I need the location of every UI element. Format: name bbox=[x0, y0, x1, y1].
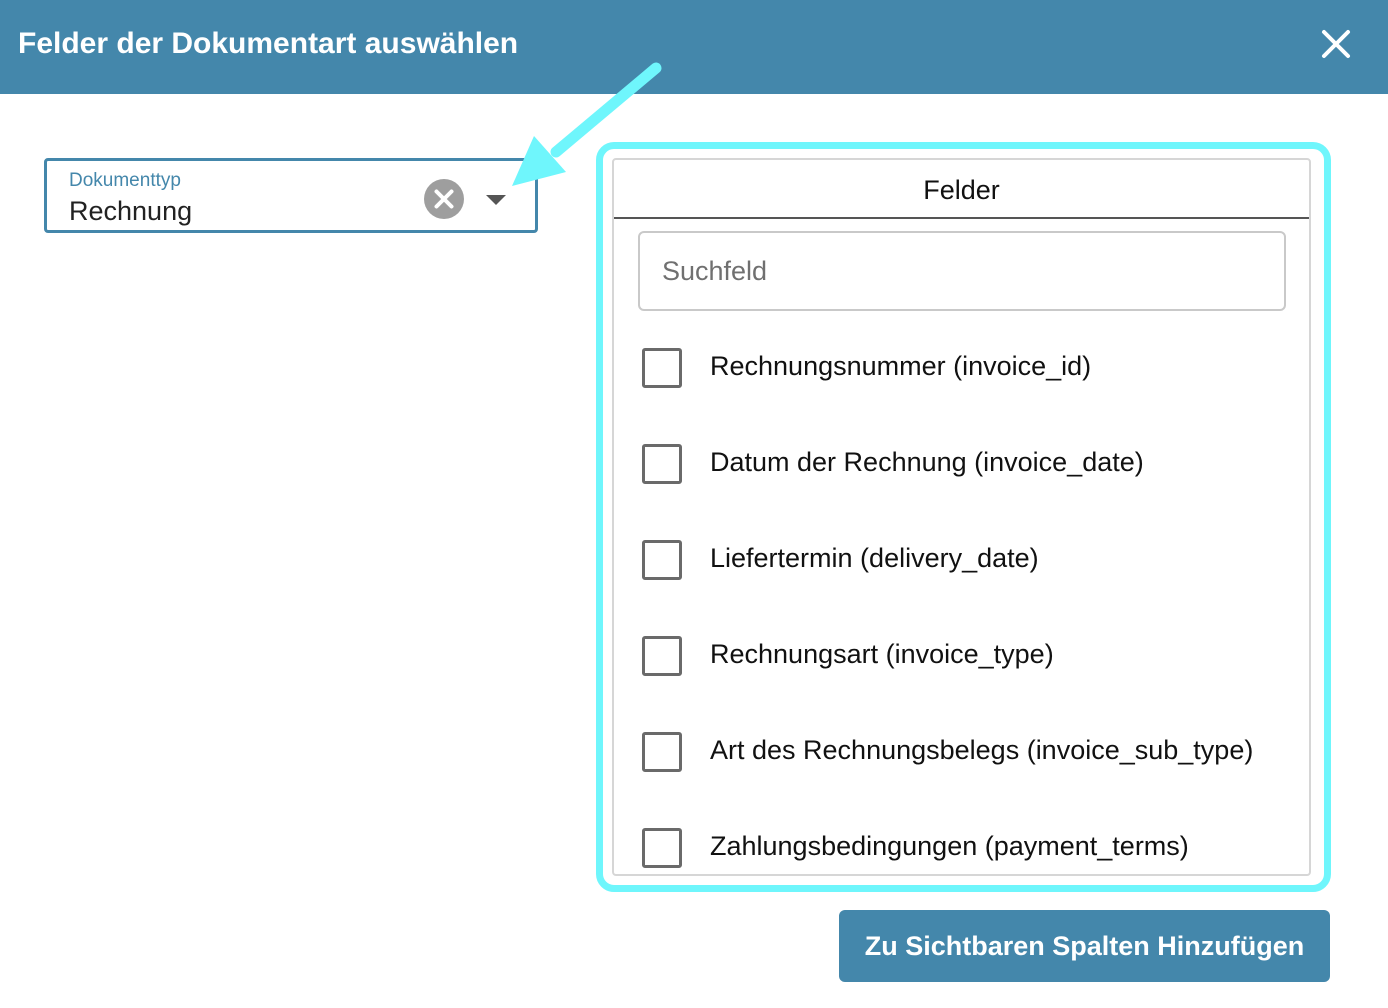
checkbox[interactable] bbox=[642, 444, 682, 484]
field-label: Rechnungsnummer (invoice_id) bbox=[710, 351, 1092, 381]
field-selection-dialog: Felder der Dokumentart auswählen Dokumen… bbox=[0, 0, 1388, 1008]
close-icon bbox=[1322, 30, 1350, 58]
clear-circle-icon[interactable] bbox=[424, 179, 464, 219]
checkbox[interactable] bbox=[642, 540, 682, 580]
caret-down-icon[interactable] bbox=[484, 191, 508, 207]
close-button[interactable] bbox=[1316, 24, 1356, 64]
checkbox[interactable] bbox=[642, 348, 682, 388]
document-type-label: Dokumenttyp bbox=[69, 170, 181, 191]
document-type-select[interactable]: Dokumenttyp Rechnung bbox=[44, 158, 538, 233]
field-label: Liefertermin (delivery_date) bbox=[710, 543, 1039, 573]
field-label: Datum der Rechnung (invoice_date) bbox=[710, 447, 1144, 477]
field-item-invoice-sub-type[interactable]: Art des Rechnungsbelegs (invoice_sub_typ… bbox=[642, 732, 1302, 772]
checkbox[interactable] bbox=[642, 732, 682, 772]
document-type-value: Rechnung bbox=[69, 196, 193, 226]
field-label: Art des Rechnungsbelegs (invoice_sub_typ… bbox=[710, 735, 1254, 765]
checkbox[interactable] bbox=[642, 636, 682, 676]
field-item-payment-terms[interactable]: Zahlungsbedingungen (payment_terms) bbox=[642, 828, 1302, 868]
field-item-invoice-date[interactable]: Datum der Rechnung (invoice_date) bbox=[642, 444, 1302, 484]
dialog-header: Felder der Dokumentart auswählen bbox=[0, 0, 1388, 94]
checkbox[interactable] bbox=[642, 828, 682, 868]
dialog-title: Felder der Dokumentart auswählen bbox=[18, 27, 519, 60]
field-item-delivery-date[interactable]: Liefertermin (delivery_date) bbox=[642, 540, 1302, 580]
field-list: Rechnungsnummer (invoice_id) Datum der R… bbox=[614, 160, 1309, 874]
field-label: Zahlungsbedingungen (payment_terms) bbox=[710, 831, 1189, 861]
field-item-invoice-type[interactable]: Rechnungsart (invoice_type) bbox=[642, 636, 1302, 676]
field-label: Rechnungsart (invoice_type) bbox=[710, 639, 1054, 669]
field-item-invoice-id[interactable]: Rechnungsnummer (invoice_id) bbox=[642, 348, 1302, 388]
fields-panel: Felder Rechnungsnummer (invoice_id) Datu… bbox=[612, 158, 1311, 876]
add-to-visible-columns-button[interactable]: Zu Sichtbaren Spalten Hinzufügen bbox=[839, 910, 1330, 982]
